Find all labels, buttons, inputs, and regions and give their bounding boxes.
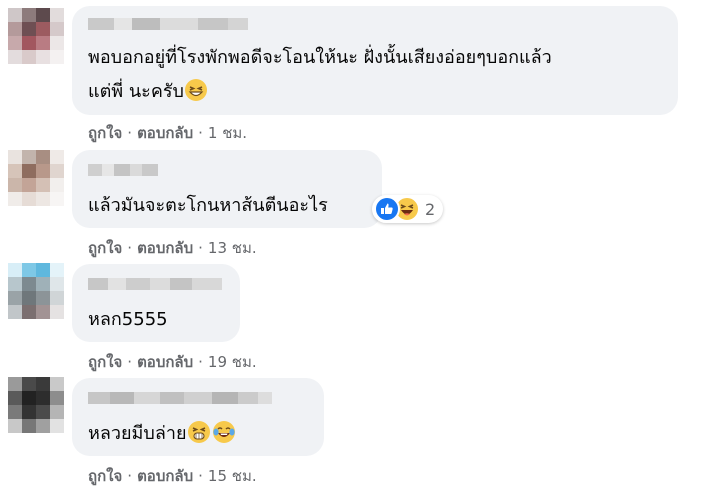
reply-link[interactable]: ตอบกลับ	[137, 467, 193, 485]
comment-actions: ถูกใจ · ตอบกลับ · 1 ชม.	[88, 121, 247, 145]
comment-bubble: หลวยมีบล่าย	[72, 378, 324, 456]
separator-dot: ·	[198, 124, 203, 142]
author-name[interactable]	[88, 278, 222, 290]
comment-text: หลวยมีบล่าย	[88, 418, 235, 450]
grinning-squinting-emoji	[185, 79, 207, 101]
separator-dot: ·	[198, 239, 203, 257]
separator-dot: ·	[198, 353, 203, 371]
separator-dot: ·	[127, 124, 133, 142]
reply-link[interactable]: ตอบกลับ	[137, 124, 193, 142]
like-link[interactable]: ถูกใจ	[88, 239, 122, 257]
reaction-count: 2	[425, 199, 436, 219]
avatar[interactable]	[8, 263, 64, 319]
gasping-emoji	[187, 421, 210, 443]
timestamp[interactable]: 19 ชม.	[208, 353, 257, 371]
comment-bubble: หลก5555	[72, 264, 240, 342]
tears-of-joy-emoji	[212, 421, 235, 443]
like-reaction-icon	[374, 196, 400, 222]
comment-text: พอบอกอยู่ที่โรงพักพอดีจะโอนให้นะ ฝั่งนั้…	[88, 47, 552, 68]
timestamp[interactable]: 15 ชม.	[208, 467, 257, 485]
avatar[interactable]	[8, 8, 64, 64]
like-link[interactable]: ถูกใจ	[88, 353, 122, 371]
separator-dot: ·	[127, 353, 133, 371]
reply-link[interactable]: ตอบกลับ	[137, 239, 193, 257]
comment-actions: ถูกใจ · ตอบกลับ · 15 ชม.	[88, 464, 257, 488]
comment-actions: ถูกใจ · ตอบกลับ · 19 ชม.	[88, 350, 257, 374]
comment-bubble: แล้วมันจะตะโกนหาส้นตีนอะไร	[72, 150, 382, 228]
author-name[interactable]	[88, 164, 158, 176]
comment-bubble: พอบอกอยู่ที่โรงพักพอดีจะโอนให้นะ ฝั่งนั้…	[72, 6, 678, 115]
comment-text: แล้วมันจะตะโกนหาส้นตีนอะไร	[88, 195, 328, 216]
separator-dot: ·	[127, 239, 133, 257]
timestamp[interactable]: 13 ชม.	[208, 239, 257, 257]
like-link[interactable]: ถูกใจ	[88, 467, 122, 485]
avatar[interactable]	[8, 150, 64, 206]
separator-dot: ·	[198, 467, 203, 485]
like-link[interactable]: ถูกใจ	[88, 124, 122, 142]
comment-text: แต่พี่ นะครับ	[88, 76, 207, 108]
avatar[interactable]	[8, 377, 64, 433]
separator-dot: ·	[127, 467, 133, 485]
reply-link[interactable]: ตอบกลับ	[137, 353, 193, 371]
comment-actions: ถูกใจ · ตอบกลับ · 13 ชม.	[88, 236, 257, 260]
author-name[interactable]	[88, 392, 272, 404]
reaction-summary[interactable]: 2	[372, 195, 444, 223]
author-name[interactable]	[88, 18, 248, 30]
comment-text: หลก5555	[88, 309, 168, 330]
timestamp[interactable]: 1 ชม.	[208, 124, 247, 142]
